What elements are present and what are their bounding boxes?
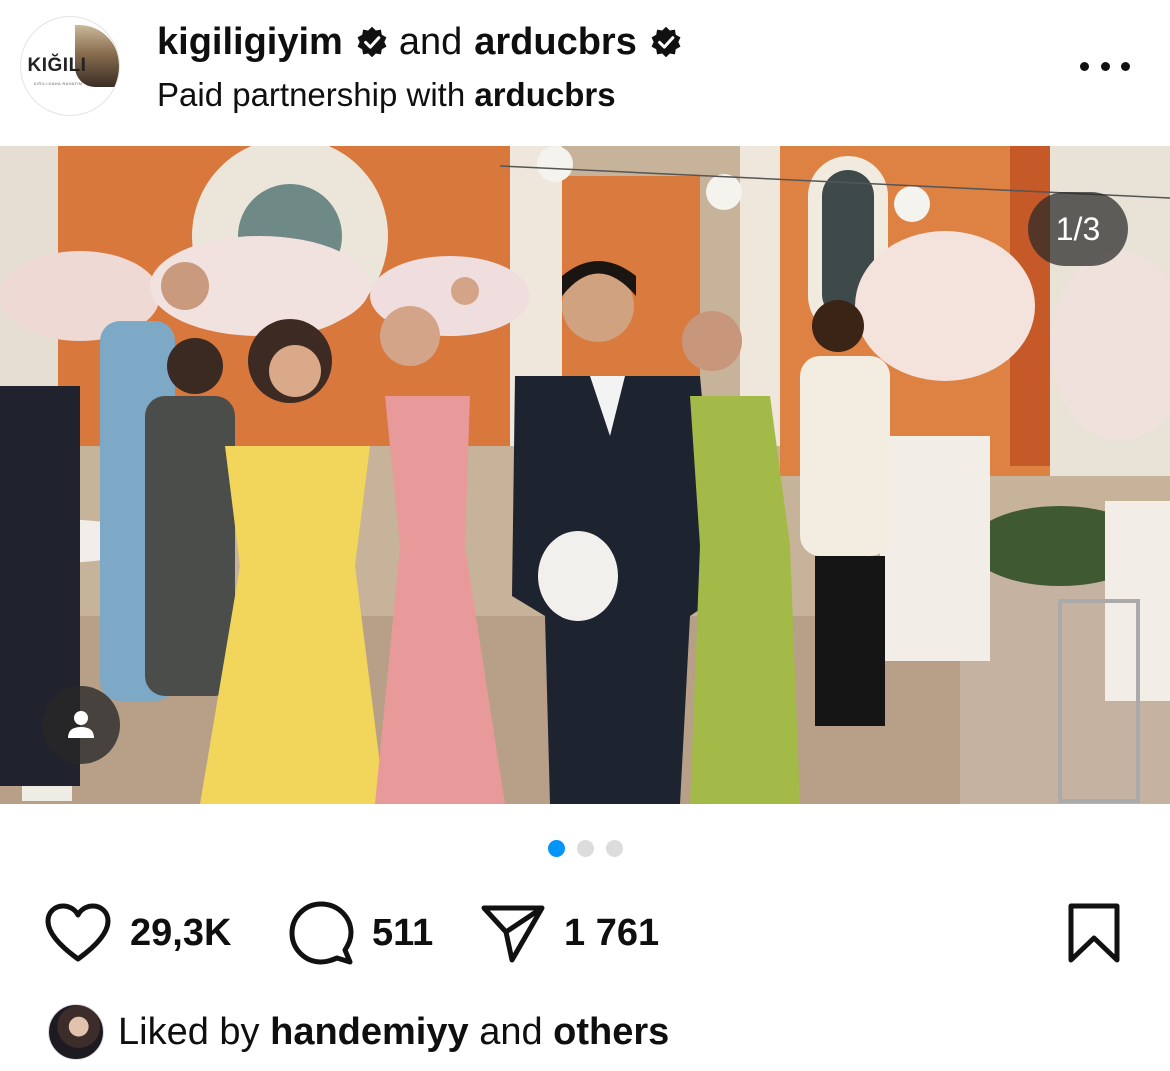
partnership-label: Paid partnership with arducbrs — [157, 76, 616, 114]
slide-counter: 1/3 — [1028, 192, 1128, 266]
share-action[interactable]: 1 761 — [480, 896, 659, 970]
post-header: KIĞILI KIĞILI·DAHA·RAHATIM kigiligiyim a… — [0, 0, 1170, 146]
more-dot — [1080, 61, 1089, 71]
more-options-icon[interactable] — [1080, 52, 1130, 80]
liked-by-row[interactable]: Liked by handemiyy and others — [48, 1003, 669, 1061]
heart-icon[interactable] — [44, 902, 112, 964]
bookmark-icon[interactable] — [1066, 902, 1122, 964]
liked-by-connector: and — [479, 1010, 543, 1053]
liked-by-text: Liked by handemiyy and others — [118, 1011, 669, 1054]
comment-bubble-icon[interactable] — [288, 900, 354, 966]
coauthor-username[interactable]: arducbrs — [474, 21, 637, 64]
author-line: kigiligiyim and arducbrs — [157, 18, 693, 66]
verified-badge-icon — [651, 26, 681, 58]
author-username[interactable]: kigiligiyim — [157, 21, 343, 64]
author-connector: and — [398, 20, 463, 63]
liker-username[interactable]: handemiyy — [270, 1011, 469, 1053]
verified-badge-icon — [357, 26, 387, 58]
avatar-brand-logo: KIĞILI — [27, 55, 87, 76]
more-dot — [1121, 61, 1130, 71]
liked-by-others[interactable]: others — [553, 1011, 669, 1053]
more-dot — [1100, 61, 1110, 71]
post-actions: 29,3K 511 1 761 — [0, 896, 1170, 970]
avatar-brand-tagline: KIĞILI·DAHA·RAHATIM — [33, 81, 83, 86]
partnership-prefix: Paid partnership with — [157, 76, 466, 113]
carousel-dot — [605, 840, 623, 857]
comment-action[interactable]: 511 — [288, 896, 433, 970]
author-avatar[interactable]: KIĞILI KIĞILI·DAHA·RAHATIM — [20, 16, 120, 116]
carousel-indicator — [0, 840, 1170, 860]
comment-count[interactable]: 511 — [372, 912, 433, 955]
partnership-partner[interactable]: arducbrs — [474, 76, 615, 113]
carousel-dot-active — [547, 840, 565, 857]
like-action[interactable]: 29,3K — [44, 896, 231, 970]
paper-plane-icon[interactable] — [480, 902, 546, 964]
liked-by-prefix: Liked by — [118, 1010, 260, 1053]
person-tag-icon[interactable] — [42, 686, 120, 764]
share-count[interactable]: 1 761 — [564, 912, 659, 955]
carousel-dot — [576, 840, 594, 857]
post-media[interactable]: 1/3 — [0, 146, 1170, 804]
person-glyph-icon — [68, 711, 94, 738]
post-photo — [0, 146, 1170, 804]
like-count[interactable]: 29,3K — [130, 912, 231, 955]
liker-avatar[interactable] — [48, 1004, 104, 1060]
